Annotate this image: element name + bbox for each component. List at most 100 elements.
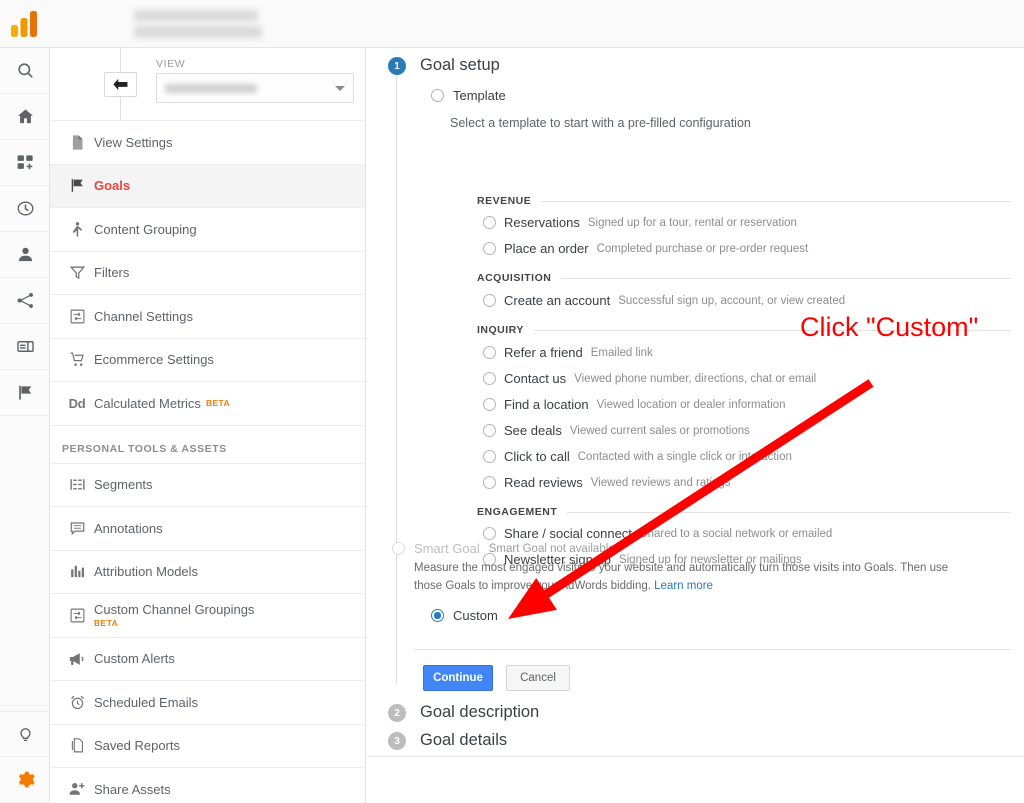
- sidebar-item-goals[interactable]: Goals: [50, 163, 365, 207]
- option-desc: Contacted with a single click or interac…: [577, 450, 792, 463]
- radio-icon[interactable]: [483, 372, 496, 385]
- conversions-flag-icon[interactable]: [0, 370, 50, 416]
- step-1-badge: 1: [388, 57, 406, 75]
- option-click-to-call[interactable]: Click to call Contacted with a single cl…: [483, 449, 792, 464]
- sidebar-item-label: Ecommerce Settings: [94, 352, 214, 368]
- sidebar-item-view-settings[interactable]: View Settings: [50, 120, 365, 164]
- gear-icon[interactable]: [0, 757, 50, 803]
- account-property-names[interactable]: [134, 9, 262, 38]
- sidebar-item-custom-alerts[interactable]: Custom Alerts: [50, 636, 365, 681]
- acquisition-share-icon[interactable]: [0, 278, 50, 324]
- view-label: VIEW: [156, 58, 186, 70]
- pages-icon: [60, 737, 94, 754]
- radio-icon[interactable]: [483, 242, 496, 255]
- sidebar-item-filters[interactable]: Filters: [50, 250, 365, 295]
- radio-icon[interactable]: [431, 89, 444, 102]
- app-window: VIEW View Settings Goals Content Groupin…: [0, 0, 1024, 803]
- back-arrow-icon[interactable]: [104, 72, 137, 97]
- radio-icon[interactable]: [483, 294, 496, 307]
- sidebar-item-ecommerce-settings[interactable]: Ecommerce Settings BETA: [50, 337, 365, 382]
- option-desc: Completed purchase or pre-order request: [596, 242, 809, 255]
- sidebar-item-content-grouping[interactable]: Content Grouping: [50, 207, 365, 251]
- smart-goal-status: Smart Goal not available.: [488, 542, 618, 555]
- step-2-badge: 2: [388, 704, 406, 722]
- customization-icon[interactable]: [0, 140, 50, 186]
- view-dropdown[interactable]: [156, 73, 354, 103]
- learn-more-link[interactable]: Learn more: [654, 580, 713, 592]
- template-label: Template: [453, 88, 506, 103]
- option-desc: Viewed phone number, directions, chat or…: [574, 372, 817, 385]
- sidebar-item-custom-channel-groupings[interactable]: Custom Channel Groupings BETA: [50, 593, 365, 637]
- radio-icon[interactable]: [483, 346, 496, 359]
- template-hint: Select a template to start with a pre-fi…: [450, 116, 751, 130]
- option-desc: Signed up for a tour, rental or reservat…: [587, 216, 797, 229]
- option-create-an-account[interactable]: Create an account Successful sign up, ac…: [483, 293, 845, 308]
- option-name: Read reviews: [504, 475, 583, 490]
- option-name: Contact us: [504, 371, 567, 386]
- option-desc: Viewed current sales or promotions: [569, 424, 750, 437]
- option-see-deals[interactable]: See deals Viewed current sales or promot…: [483, 423, 750, 438]
- continue-button[interactable]: Continue: [423, 665, 493, 691]
- smart-goal-option: Smart Goal Smart Goal not available.: [392, 541, 618, 556]
- option-desc: Viewed location or dealer information: [596, 398, 786, 411]
- radio-icon[interactable]: [483, 398, 496, 411]
- sidebar-item-channel-settings[interactable]: Channel Settings: [50, 294, 365, 338]
- sidebar-item-annotations[interactable]: Annotations: [50, 506, 365, 550]
- channel-settings-icon: [60, 308, 94, 325]
- option-reservations[interactable]: Reservations Signed up for a tour, renta…: [483, 215, 797, 230]
- radio-icon[interactable]: [483, 424, 496, 437]
- radio-icon[interactable]: [483, 476, 496, 489]
- group-label: ACQUISITION: [477, 272, 552, 284]
- sidebar-item-label: Segments: [94, 477, 153, 493]
- sidebar-item-calculated-metrics[interactable]: Dd Calculated Metrics BETA: [50, 381, 365, 425]
- comment-icon: [60, 520, 94, 537]
- option-name: Reservations: [504, 215, 580, 230]
- option-name: Refer a friend: [504, 345, 583, 360]
- option-place-an-order[interactable]: Place an order Completed purchase or pre…: [483, 241, 808, 256]
- home-icon[interactable]: [0, 94, 50, 140]
- option-name: Click to call: [504, 449, 570, 464]
- flag-icon: [60, 177, 94, 194]
- lightbulb-icon[interactable]: [0, 711, 50, 757]
- left-icon-rail: [0, 48, 50, 803]
- option-share-social-connect[interactable]: Share / social connect Shared to a socia…: [483, 526, 832, 541]
- step-connector-line: [396, 74, 397, 684]
- audience-person-icon[interactable]: [0, 232, 50, 278]
- option-name: Find a location: [504, 397, 589, 412]
- sidebar-item-label: Scheduled Emails: [94, 694, 199, 710]
- sidebar-item-attribution-models[interactable]: Attribution Models: [50, 549, 365, 594]
- step-3-title[interactable]: Goal details: [420, 731, 507, 750]
- step-2-title[interactable]: Goal description: [420, 703, 539, 722]
- sidebar-item-saved-reports[interactable]: Saved Reports: [50, 723, 365, 768]
- custom-option[interactable]: Custom: [431, 608, 498, 623]
- sidebar-item-scheduled-emails[interactable]: Scheduled Emails: [50, 680, 365, 724]
- radio-icon[interactable]: [483, 450, 496, 463]
- selection-chevron-icon: [364, 174, 365, 197]
- radio-icon[interactable]: [483, 216, 496, 229]
- bar-chart-icon: [60, 563, 94, 580]
- sidebar-item-label: Channel Settings: [94, 308, 194, 324]
- sidebar-item-segments[interactable]: Segments: [50, 462, 365, 507]
- behavior-card-icon[interactable]: [0, 324, 50, 370]
- option-refer-a-friend[interactable]: Refer a friend Emailed link: [483, 345, 653, 360]
- option-desc: Emailed link: [590, 346, 653, 359]
- option-find-a-location[interactable]: Find a location Viewed location or deale…: [483, 397, 786, 412]
- option-read-reviews[interactable]: Read reviews Viewed reviews and ratings: [483, 475, 731, 490]
- segments-icon: [60, 476, 94, 493]
- radio-icon[interactable]: [431, 609, 444, 622]
- sidebar-item-share-assets[interactable]: Share Assets: [50, 767, 365, 803]
- radio-icon[interactable]: [483, 527, 496, 540]
- option-contact-us[interactable]: Contact us Viewed phone number, directio…: [483, 371, 816, 386]
- sidebar-item-label: Custom Channel Groupings: [94, 602, 255, 618]
- person-plus-icon: [60, 780, 94, 798]
- goal-setup-panel: 1 Goal setup Template Select a template …: [367, 48, 1024, 803]
- cancel-button[interactable]: Cancel: [506, 665, 570, 691]
- google-analytics-logo[interactable]: [0, 0, 50, 48]
- option-desc: Successful sign up, account, or view cre…: [618, 294, 846, 307]
- template-option[interactable]: Template: [431, 88, 506, 103]
- view-selector-area: VIEW: [50, 48, 365, 120]
- realtime-clock-icon[interactable]: [0, 186, 50, 232]
- top-bar: [0, 0, 1024, 48]
- sidebar-item-label: Attribution Models: [94, 564, 199, 580]
- search-icon[interactable]: [0, 48, 50, 94]
